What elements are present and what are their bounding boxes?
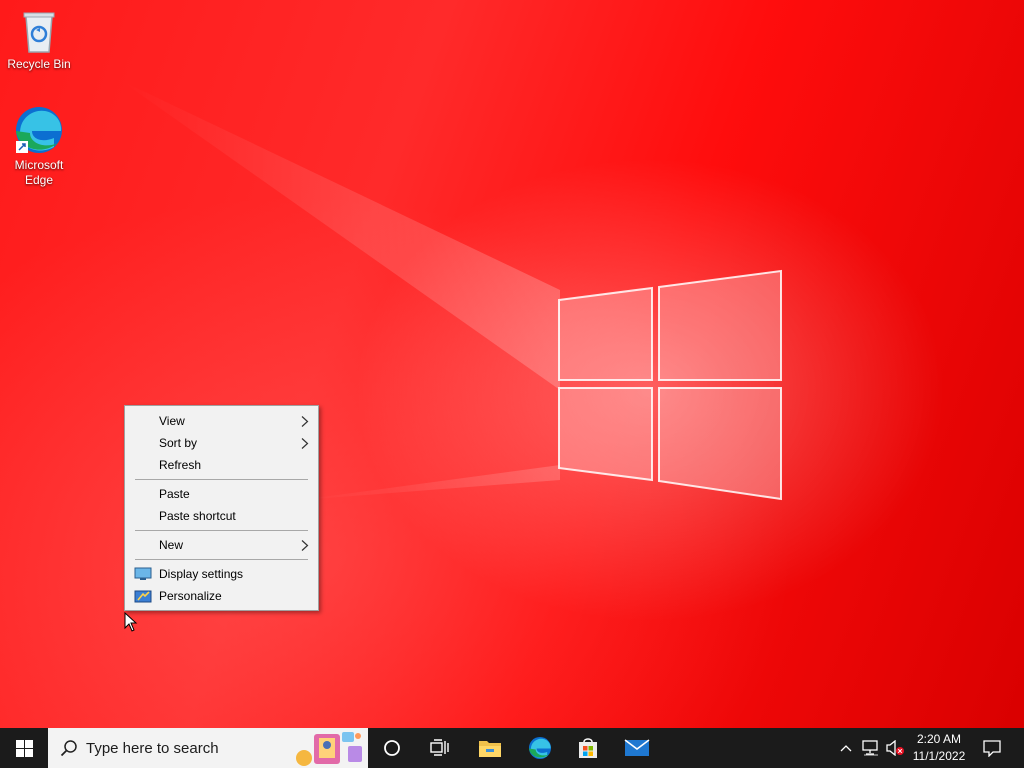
menu-item-label: Paste shortcut xyxy=(159,509,236,523)
edge-icon xyxy=(16,107,62,153)
chevron-right-icon xyxy=(301,416,309,427)
windows-start-icon xyxy=(15,739,33,757)
edge-icon xyxy=(528,736,552,760)
menu-item-label: Personalize xyxy=(159,589,222,603)
display-settings-icon xyxy=(134,567,152,580)
network-icon xyxy=(862,740,878,756)
menu-item-paste[interactable]: Paste xyxy=(125,483,318,505)
recycle-bin-icon xyxy=(23,12,55,53)
mail-icon xyxy=(624,739,650,756)
action-center-button[interactable] xyxy=(976,728,1008,768)
menu-item-display-settings[interactable]: Display settings xyxy=(125,563,318,585)
menu-item-label: Display settings xyxy=(159,567,244,581)
menu-item-label: Paste xyxy=(159,487,190,501)
menu-item-sort-by[interactable]: Sort by xyxy=(125,432,318,454)
cortana-button[interactable] xyxy=(368,728,416,768)
menu-item-new[interactable]: New xyxy=(125,534,318,556)
clock-time: 2:20 AM xyxy=(916,732,962,746)
menu-item-view[interactable]: View xyxy=(125,410,318,432)
chevron-right-icon xyxy=(301,438,309,449)
search-highlight-illustration-icon xyxy=(296,732,362,766)
menu-item-label: View xyxy=(159,414,185,428)
start-button[interactable] xyxy=(0,728,48,768)
taskbar-clock[interactable]: 2:20 AM 11/1/2022 xyxy=(906,731,972,765)
network-button[interactable] xyxy=(860,728,882,768)
file-explorer-icon xyxy=(479,741,501,757)
menu-item-personalize[interactable]: Personalize xyxy=(125,585,318,607)
volume-muted-icon xyxy=(886,740,904,756)
desktop-icon-microsoft-edge[interactable]: Microsoft Edge xyxy=(1,105,77,188)
file-explorer-button[interactable] xyxy=(466,728,514,768)
show-desktop-button[interactable] xyxy=(1018,728,1024,768)
desktop-context-menu: View Sort by Refresh Paste Paste shortcu… xyxy=(124,405,319,611)
chevron-right-icon xyxy=(301,540,309,551)
menu-separator xyxy=(125,556,318,563)
search-placeholder: Type here to search xyxy=(86,739,219,757)
desktop-icon-recycle-bin[interactable]: Recycle Bin xyxy=(1,8,77,72)
tray-overflow-button[interactable] xyxy=(836,728,856,768)
wallpaper-light-beams xyxy=(120,80,560,500)
microsoft-store-button[interactable] xyxy=(564,728,612,768)
mouse-cursor-icon xyxy=(124,612,138,632)
windows-logo-wallpaper xyxy=(558,269,782,501)
cortana-icon xyxy=(384,740,400,756)
task-view-button[interactable] xyxy=(416,728,464,768)
personalize-icon xyxy=(134,590,152,603)
taskbar-search-box[interactable]: Type here to search xyxy=(48,728,368,768)
desktop[interactable]: Recycle Bin Microsoft Edge View Sort by … xyxy=(0,0,1024,728)
volume-button[interactable] xyxy=(884,728,906,768)
menu-item-paste-shortcut[interactable]: Paste shortcut xyxy=(125,505,318,527)
microsoft-store-icon xyxy=(579,738,597,758)
edge-label-line1: Microsoft xyxy=(14,158,64,172)
edge-taskbar-button[interactable] xyxy=(516,728,564,768)
menu-separator xyxy=(125,527,318,534)
chevron-up-icon xyxy=(840,745,852,752)
menu-separator xyxy=(125,476,318,483)
taskbar: Type here to search 2:20 AM 11/1/2022 xyxy=(0,728,1024,768)
menu-item-refresh[interactable]: Refresh xyxy=(125,454,318,476)
task-view-icon xyxy=(430,739,449,756)
menu-item-label: New xyxy=(159,538,184,552)
clock-date: 11/1/2022 xyxy=(912,749,966,763)
edge-label-line2: Edge xyxy=(24,173,54,187)
menu-item-label: Sort by xyxy=(159,436,198,450)
mail-button[interactable] xyxy=(612,728,662,768)
recycle-bin-label: Recycle Bin xyxy=(7,57,71,71)
search-icon xyxy=(60,740,77,757)
menu-item-label: Refresh xyxy=(159,458,202,472)
action-center-icon xyxy=(983,740,1001,757)
